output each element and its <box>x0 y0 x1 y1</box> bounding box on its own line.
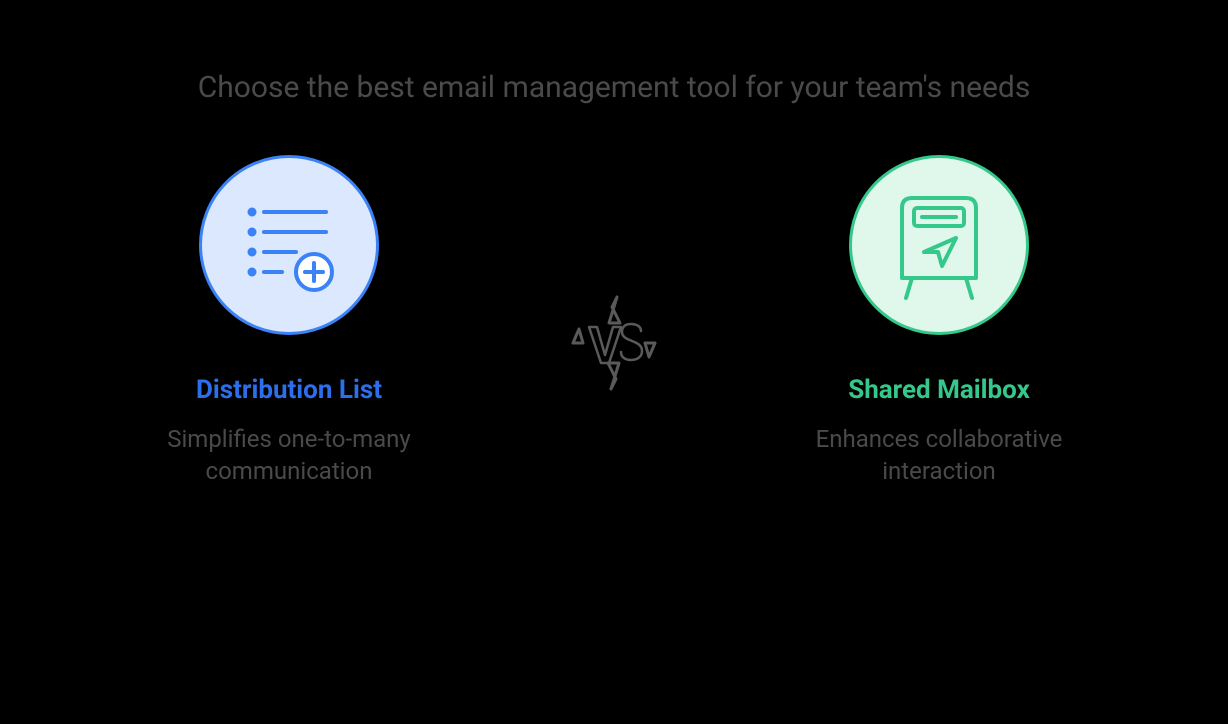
comparison-row: Distribution List Simplifies one-to-many… <box>0 155 1228 488</box>
mailbox-icon <box>884 180 994 310</box>
shared-mailbox-title: Shared Mailbox <box>848 375 1030 405</box>
vs-icon <box>559 289 669 399</box>
list-plus-icon <box>234 190 344 300</box>
page-heading: Choose the best email management tool fo… <box>198 70 1031 105</box>
distribution-list-circle <box>199 155 379 335</box>
distribution-list-desc: Simplifies one-to-many communication <box>119 423 459 488</box>
option-distribution-list: Distribution List Simplifies one-to-many… <box>119 155 459 488</box>
vs-badge <box>559 289 669 403</box>
distribution-list-title: Distribution List <box>196 375 382 405</box>
shared-mailbox-circle <box>849 155 1029 335</box>
option-shared-mailbox: Shared Mailbox Enhances collaborative in… <box>769 155 1109 488</box>
shared-mailbox-desc: Enhances collaborative interaction <box>769 423 1109 488</box>
